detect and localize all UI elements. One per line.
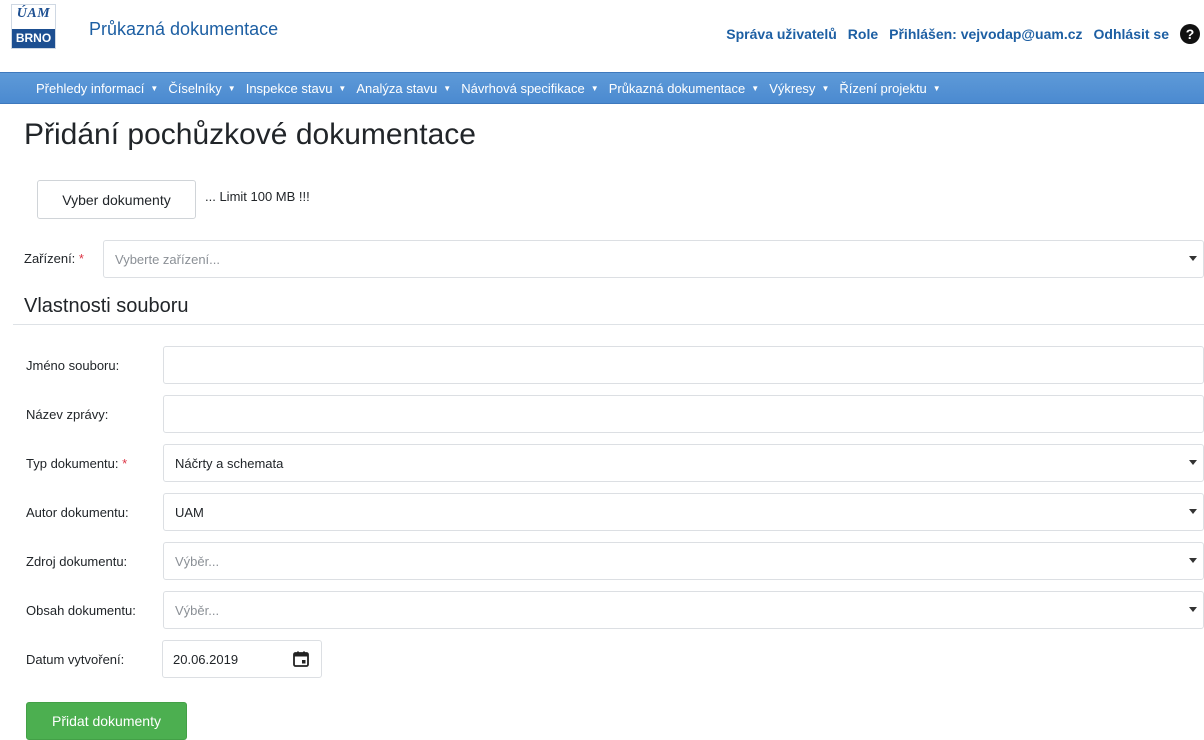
nav-item-prukazna-dokumentace[interactable]: Průkazná dokumentace ▼ xyxy=(609,81,768,96)
nav-item-vykresy[interactable]: Výkresy ▼ xyxy=(769,81,837,96)
section-title-file-properties: Vlastnosti souboru xyxy=(24,295,189,317)
logo-uam-text: ÚAM xyxy=(16,6,51,21)
caret-down-icon: ▼ xyxy=(590,83,599,93)
caret-down-icon: ▼ xyxy=(932,83,941,93)
required-mark: * xyxy=(78,251,84,266)
nav-item-label: Řízení projektu xyxy=(839,80,927,96)
doc-type-label-text: Typ dokumentu: xyxy=(26,456,119,471)
logged-in-user-link[interactable]: Přihlášen: vejvodap@uam.cz xyxy=(889,26,1082,42)
header-links: Správa uživatelů Role Přihlášen: vejvoda… xyxy=(726,24,1204,44)
nav-item-label: Přehledy informací xyxy=(36,80,145,96)
file-name-input[interactable] xyxy=(163,346,1204,384)
nav-item-analyza-stavu[interactable]: Analýza stavu ▼ xyxy=(356,81,459,96)
uam-brno-logo[interactable]: ÚAM BRNO xyxy=(11,4,56,49)
nav-item-label: Inspekce stavu xyxy=(245,80,333,96)
main-navbar: Přehledy informací ▼ Číselníky ▼ Inspekce … xyxy=(0,72,1204,104)
nav-item-ciselniky[interactable]: Číselníky ▼ xyxy=(168,81,243,96)
doc-author-value: UAM xyxy=(175,504,204,520)
dropdown-caret-icon xyxy=(1189,558,1197,563)
doc-author-label: Autor dokumentu: xyxy=(26,505,129,520)
caret-down-icon: ▼ xyxy=(227,83,236,93)
report-name-input[interactable] xyxy=(163,395,1204,433)
logout-link[interactable]: Odhlásit se xyxy=(1094,26,1169,42)
page-title: Přidání pochůzkové dokumentace xyxy=(24,118,476,151)
doc-content-select[interactable]: Výběr... xyxy=(163,591,1204,629)
nav-item-prehledy-informaci[interactable]: Přehledy informací ▼ xyxy=(36,81,166,96)
report-name-label: Název zprávy: xyxy=(26,407,109,422)
device-label-text: Zařízení: xyxy=(24,251,76,266)
dropdown-caret-icon xyxy=(1189,460,1197,465)
nav-item-label: Průkazná dokumentace xyxy=(608,80,746,96)
created-date-label: Datum vytvoření: xyxy=(26,652,125,667)
upload-limit-note: ... Limit 100 MB !!! xyxy=(205,189,310,204)
section-divider xyxy=(13,324,1204,325)
calendar-icon[interactable] xyxy=(293,651,309,667)
nav-item-navrhova-specifikace[interactable]: Návrhová specifikace ▼ xyxy=(461,81,606,96)
created-date-value: 20.06.2019 xyxy=(173,651,239,667)
device-select-placeholder: Vyberte zařízení... xyxy=(115,251,221,267)
doc-type-value: Náčrty a schemata xyxy=(175,455,284,471)
nav-item-label: Výkresy xyxy=(769,80,816,96)
nav-item-label: Analýza stavu xyxy=(356,80,438,96)
dropdown-caret-icon xyxy=(1189,256,1197,261)
nav-item-rizeni-projektu[interactable]: Řízení projektu ▼ xyxy=(839,81,948,96)
user-admin-link[interactable]: Správa uživatelů xyxy=(726,26,837,42)
role-link[interactable]: Role xyxy=(848,26,878,42)
caret-down-icon: ▼ xyxy=(150,83,159,93)
doc-type-select[interactable]: Náčrty a schemata xyxy=(163,444,1204,482)
caret-down-icon: ▼ xyxy=(443,83,452,93)
select-documents-button[interactable]: Vyber dokumenty xyxy=(37,180,196,219)
question-circle-icon[interactable]: ? xyxy=(1180,24,1200,44)
caret-down-icon: ▼ xyxy=(821,83,830,93)
dropdown-caret-icon xyxy=(1189,509,1197,514)
nav-item-inspekce-stavu[interactable]: Inspekce stavu ▼ xyxy=(246,81,355,96)
file-name-label: Jméno souboru: xyxy=(26,358,120,373)
dropdown-caret-icon xyxy=(1189,607,1197,612)
doc-source-select[interactable]: Výběr... xyxy=(163,542,1204,580)
nav-item-label: Návrhová specifikace xyxy=(461,80,585,96)
doc-source-placeholder: Výběr... xyxy=(175,553,220,569)
caret-down-icon: ▼ xyxy=(338,83,347,93)
device-label: Zařízení: * xyxy=(24,251,84,266)
nav-item-label: Číselníky xyxy=(168,80,222,96)
top-header: ÚAM BRNO Průkazná dokumentace Správa uži… xyxy=(0,0,1204,68)
required-mark: * xyxy=(122,456,128,471)
device-select[interactable]: Vyberte zařízení... xyxy=(103,240,1204,278)
doc-content-label: Obsah dokumentu: xyxy=(26,603,136,618)
doc-type-label: Typ dokumentu: * xyxy=(26,456,127,471)
add-documents-button[interactable]: Přidat dokumenty xyxy=(26,702,187,740)
app-title[interactable]: Průkazná dokumentace xyxy=(89,19,278,40)
caret-down-icon: ▼ xyxy=(751,83,760,93)
doc-source-label: Zdroj dokumentu: xyxy=(26,554,128,569)
doc-content-placeholder: Výběr... xyxy=(175,602,220,618)
logo-brno-text: BRNO xyxy=(12,29,55,48)
doc-author-select[interactable]: UAM xyxy=(163,493,1204,531)
created-date-input[interactable]: 20.06.2019 xyxy=(162,640,322,678)
